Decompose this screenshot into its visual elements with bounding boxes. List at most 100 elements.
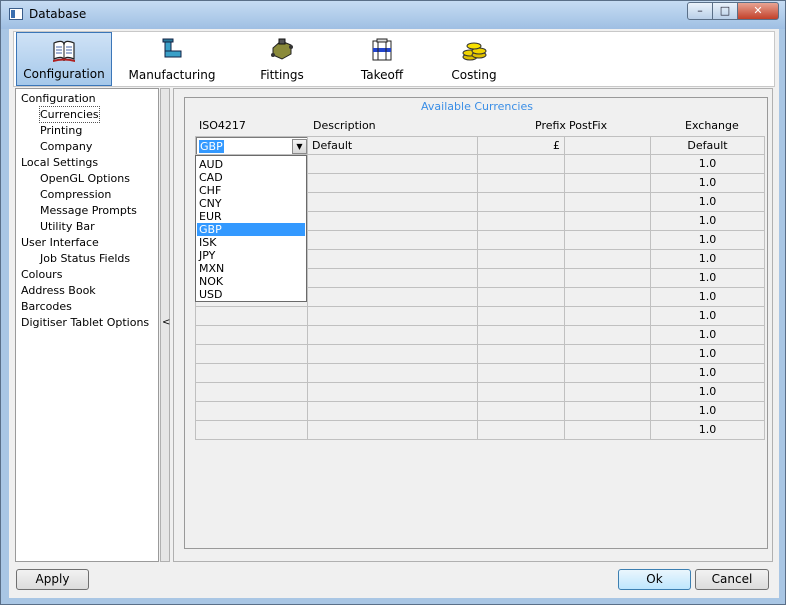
cell-exchange[interactable]: 1.0 (651, 155, 765, 174)
cell-description[interactable] (308, 364, 478, 383)
cell-iso[interactable] (195, 364, 308, 383)
cell-postfix[interactable] (565, 421, 651, 440)
cell-iso[interactable]: GBP ▼ (195, 136, 308, 155)
cell-postfix[interactable] (565, 231, 651, 250)
tree-item-currencies[interactable]: Currencies (39, 106, 100, 123)
cell-postfix[interactable] (565, 250, 651, 269)
cell-description[interactable] (308, 402, 478, 421)
header-iso4217[interactable]: ISO4217 (199, 119, 246, 132)
cell-exchange[interactable]: 1.0 (651, 364, 765, 383)
cell-postfix[interactable] (565, 193, 651, 212)
cancel-button[interactable]: Cancel (695, 569, 769, 590)
table-row[interactable]: 1.0 (195, 421, 765, 440)
cell-postfix[interactable] (565, 269, 651, 288)
tool-costing[interactable]: Costing (424, 32, 524, 86)
cell-description[interactable]: Default (308, 136, 478, 155)
dropdown-option[interactable]: CAD (197, 171, 305, 184)
ok-button[interactable]: Ok (618, 569, 691, 590)
dropdown-option[interactable]: ISK (197, 236, 305, 249)
tree-item-company[interactable]: Company (40, 139, 92, 154)
cell-description[interactable] (308, 155, 478, 174)
cell-prefix[interactable] (478, 174, 565, 193)
cell-postfix[interactable] (565, 402, 651, 421)
cell-iso[interactable] (195, 307, 308, 326)
cell-exchange[interactable]: 1.0 (651, 193, 765, 212)
cell-exchange[interactable]: Default (651, 136, 765, 155)
cell-description[interactable] (308, 250, 478, 269)
minimize-button[interactable]: – (687, 2, 713, 20)
cell-exchange[interactable]: 1.0 (651, 212, 765, 231)
cell-exchange[interactable]: 1.0 (651, 269, 765, 288)
settings-tree[interactable]: Configuration Currencies Printing Compan… (15, 88, 159, 562)
table-row[interactable]: 1.0 (195, 345, 765, 364)
combo-dropdown-button[interactable]: ▼ (292, 139, 307, 154)
cell-prefix[interactable] (478, 288, 565, 307)
cell-description[interactable] (308, 288, 478, 307)
cell-iso[interactable] (195, 383, 308, 402)
cell-postfix[interactable] (565, 326, 651, 345)
header-exchange[interactable]: Exchange (685, 119, 739, 132)
cell-exchange[interactable]: 1.0 (651, 307, 765, 326)
cell-prefix[interactable] (478, 421, 565, 440)
cell-prefix[interactable] (478, 212, 565, 231)
tool-fittings[interactable]: Fittings (232, 32, 332, 86)
cell-postfix[interactable] (565, 307, 651, 326)
tree-item-job-status-fields[interactable]: Job Status Fields (40, 251, 130, 266)
table-row[interactable]: 1.0 (195, 307, 765, 326)
cell-description[interactable] (308, 345, 478, 364)
table-row[interactable]: 1.0 (195, 364, 765, 383)
cell-description[interactable] (308, 421, 478, 440)
cell-exchange[interactable]: 1.0 (651, 421, 765, 440)
maximize-button[interactable]: □ (712, 2, 738, 20)
panel-splitter[interactable]: < (160, 88, 170, 562)
tree-item-local-settings[interactable]: Local Settings (21, 155, 98, 170)
cell-exchange[interactable]: 1.0 (651, 288, 765, 307)
dropdown-option[interactable]: NOK (197, 275, 305, 288)
cell-prefix[interactable] (478, 193, 565, 212)
table-row[interactable]: 1.0 (195, 383, 765, 402)
cell-exchange[interactable]: 1.0 (651, 326, 765, 345)
cell-exchange[interactable]: 1.0 (651, 383, 765, 402)
table-row[interactable]: 1.0 (195, 326, 765, 345)
tool-takeoff[interactable]: Takeoff (332, 32, 432, 86)
cell-description[interactable] (308, 326, 478, 345)
cell-exchange[interactable]: 1.0 (651, 174, 765, 193)
cell-postfix[interactable] (565, 136, 651, 155)
tree-item-message-prompts[interactable]: Message Prompts (40, 203, 137, 218)
cell-iso[interactable] (195, 345, 308, 364)
cell-prefix[interactable] (478, 345, 565, 364)
tree-item-utility-bar[interactable]: Utility Bar (40, 219, 95, 234)
apply-button[interactable]: Apply (16, 569, 89, 590)
cell-prefix[interactable] (478, 269, 565, 288)
cell-exchange[interactable]: 1.0 (651, 345, 765, 364)
cell-prefix[interactable] (478, 402, 565, 421)
cell-prefix[interactable] (478, 364, 565, 383)
tree-item-barcodes[interactable]: Barcodes (21, 299, 72, 314)
dropdown-option[interactable]: JPY (197, 249, 305, 262)
cell-exchange[interactable]: 1.0 (651, 250, 765, 269)
header-description[interactable]: Description (313, 119, 376, 132)
tree-item-compression[interactable]: Compression (40, 187, 111, 202)
cell-description[interactable] (308, 212, 478, 231)
cell-postfix[interactable] (565, 383, 651, 402)
cell-postfix[interactable] (565, 174, 651, 193)
cell-description[interactable] (308, 307, 478, 326)
table-row[interactable]: 1.0 (195, 402, 765, 421)
cell-postfix[interactable] (565, 288, 651, 307)
table-row[interactable]: GBP ▼ Default £ Default (195, 136, 765, 155)
cell-prefix[interactable] (478, 307, 565, 326)
iso-combobox[interactable]: GBP ▼ (196, 137, 307, 154)
tree-item-opengl-options[interactable]: OpenGL Options (40, 171, 130, 186)
cell-description[interactable] (308, 193, 478, 212)
cell-prefix[interactable] (478, 326, 565, 345)
title-bar[interactable]: Database – □ ✕ (1, 1, 785, 29)
cell-iso[interactable] (195, 326, 308, 345)
cell-prefix[interactable] (478, 231, 565, 250)
dropdown-option[interactable]: GBP (197, 223, 305, 236)
tree-item-printing[interactable]: Printing (40, 123, 82, 138)
header-postfix[interactable]: PostFix (569, 119, 607, 132)
tool-configuration[interactable]: Configuration (16, 32, 112, 86)
tree-item-user-interface[interactable]: User Interface (21, 235, 99, 250)
dropdown-option[interactable]: CHF (197, 184, 305, 197)
dropdown-option[interactable]: CNY (197, 197, 305, 210)
